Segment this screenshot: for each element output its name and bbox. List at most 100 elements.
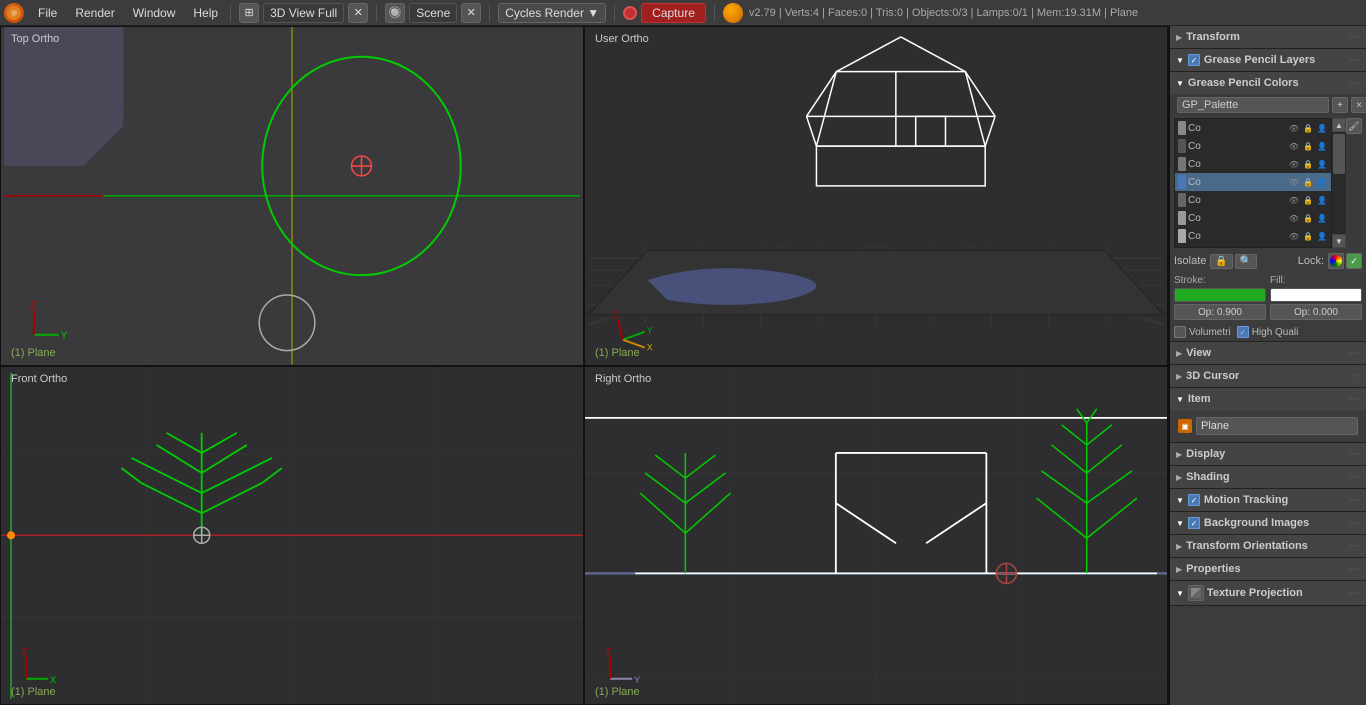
gp-layers-section: ✓ Grease Pencil Layers ··· — [1170, 49, 1366, 72]
transform-orientations-arrow — [1176, 542, 1182, 551]
scene-dropdown[interactable]: Scene — [409, 3, 457, 23]
menu-help[interactable]: Help — [185, 4, 226, 22]
menu-render[interactable]: Render — [67, 4, 122, 22]
isolate-btn-2[interactable]: 🔍 — [1235, 254, 1257, 269]
texture-projection-section: Texture Projection ··· — [1170, 581, 1366, 606]
color-row-3[interactable]: Co 👁 🔒 👤 — [1175, 155, 1331, 173]
palette-remove-btn[interactable]: × — [1351, 97, 1366, 113]
view-title: View — [1186, 347, 1349, 359]
color-row-1[interactable]: Co 👁 🔒 👤 — [1175, 119, 1331, 137]
scene-icon-btn[interactable]: 🔘 — [385, 3, 405, 23]
motion-tracking-arrow — [1176, 496, 1184, 505]
cursor-3d-header[interactable]: 3D Cursor ··· — [1170, 365, 1366, 387]
gpc-palette-toolbar: + × — [1170, 94, 1366, 116]
right-panel: Transform ··· ✓ Grease Pencil Layers ···… — [1170, 26, 1366, 705]
transform-orientations-section: Transform Orientations ··· — [1170, 535, 1366, 558]
display-arrow — [1176, 450, 1182, 459]
gp-layers-header[interactable]: ✓ Grease Pencil Layers ··· — [1170, 49, 1366, 71]
palette-add-btn[interactable]: + — [1332, 97, 1348, 113]
viewport-front-ortho[interactable]: Front Ortho — [0, 366, 584, 705]
menu-file[interactable]: File — [30, 4, 65, 22]
gp-layers-checkbox[interactable]: ✓ — [1188, 54, 1200, 66]
view-header[interactable]: View ··· — [1170, 342, 1366, 364]
scroll-thumb[interactable] — [1333, 134, 1345, 174]
transform-header[interactable]: Transform ··· — [1170, 26, 1366, 48]
engine-dropdown[interactable]: Cycles Render ▼ — [498, 3, 606, 23]
display-header[interactable]: Display ··· — [1170, 443, 1366, 465]
menu-window[interactable]: Window — [125, 4, 184, 22]
capture-button[interactable]: Capture — [641, 3, 706, 23]
scene-close-btn[interactable]: ✕ — [461, 3, 481, 23]
scroll-up-btn[interactable]: ▲ — [1332, 118, 1346, 132]
color-row-5[interactable]: Co 👁 🔒 👤 — [1175, 191, 1331, 209]
shading-header[interactable]: Shading ··· — [1170, 466, 1366, 488]
view-icon-btn-1[interactable]: ⊞ — [239, 3, 259, 23]
top-menubar: File Render Window Help ⊞ 3D View Full ✕… — [0, 0, 1366, 26]
paint-btn[interactable]: 🖌 — [1346, 118, 1362, 134]
fill-section: Fill: Op: 0.000 — [1270, 275, 1362, 320]
properties-arrow — [1176, 565, 1182, 574]
item-header[interactable]: Item ··· — [1170, 388, 1366, 410]
lock-buttons: ✓ — [1328, 253, 1362, 269]
user-icon: 👤 — [1316, 122, 1328, 134]
viewport-user-ortho[interactable]: User Ortho — [584, 26, 1168, 366]
background-images-checkbox[interactable]: ✓ — [1188, 517, 1200, 529]
stroke-fill-row: Stroke: Op: 0.900 Fill: Op: 0.000 — [1170, 272, 1366, 323]
properties-header[interactable]: Properties ··· — [1170, 558, 1366, 580]
display-dots: ··· — [1349, 448, 1360, 460]
view-dropdown[interactable]: 3D View Full — [263, 3, 344, 23]
scroll-down-btn[interactable]: ▼ — [1332, 234, 1346, 248]
isolate-buttons: 🔒 🔍 — [1210, 254, 1257, 269]
quality-row: Volumetri ✓ High Quali — [1170, 323, 1366, 341]
color-row-4[interactable]: Co 👁 🔒 👤 — [1175, 173, 1331, 191]
stroke-color-bar[interactable] — [1174, 288, 1266, 302]
motion-tracking-header[interactable]: ✓ Motion Tracking ··· — [1170, 489, 1366, 511]
viewport-top-ortho[interactable]: Top Ortho — [0, 26, 584, 366]
menu-bar: File Render Window Help — [30, 4, 226, 22]
high-quality-label: High Quali — [1252, 327, 1299, 338]
palette-name-input[interactable] — [1177, 97, 1329, 113]
blender-version-logo — [723, 3, 743, 23]
background-images-header[interactable]: ✓ Background Images ··· — [1170, 512, 1366, 534]
gpc-section: Grease Pencil Colors ··· + × Co — [1170, 72, 1366, 342]
properties-title: Properties — [1186, 563, 1349, 575]
viewport-right-ortho[interactable]: Right Ortho — [584, 366, 1168, 705]
transform-title: Transform — [1186, 31, 1349, 43]
svg-text:Z: Z — [30, 300, 36, 311]
isolate-btn-1[interactable]: 🔒 — [1210, 254, 1232, 269]
fill-color-bar[interactable] — [1270, 288, 1362, 302]
svg-text:Z: Z — [613, 310, 619, 320]
volumetric-checkbox[interactable] — [1174, 326, 1186, 338]
transform-orientations-title: Transform Orientations — [1186, 540, 1349, 552]
view-close-btn[interactable]: ✕ — [348, 3, 368, 23]
display-title: Display — [1186, 448, 1349, 460]
transform-orientations-dots: ··· — [1349, 540, 1360, 552]
texture-projection-header[interactable]: Texture Projection ··· — [1170, 581, 1366, 605]
gpc-dots: ··· — [1349, 77, 1360, 89]
gpc-header[interactable]: Grease Pencil Colors ··· — [1170, 72, 1366, 94]
item-section: Item ··· ▣ — [1170, 388, 1366, 443]
lock-label: Lock: — [1298, 255, 1324, 267]
texture-projection-dots: ··· — [1349, 587, 1360, 599]
isolate-label: Isolate — [1174, 255, 1206, 267]
stroke-opacity[interactable]: Op: 0.900 — [1174, 304, 1266, 320]
lock-icon-btn-2[interactable]: ✓ — [1346, 253, 1362, 269]
motion-tracking-dots: ··· — [1349, 494, 1360, 506]
stroke-label: Stroke: — [1174, 275, 1266, 286]
color-row-7[interactable]: Co 👁 🔒 👤 — [1175, 227, 1331, 245]
fill-opacity[interactable]: Op: 0.000 — [1270, 304, 1362, 320]
motion-tracking-checkbox[interactable]: ✓ — [1188, 494, 1200, 506]
view-arrow — [1176, 349, 1182, 358]
transform-orientations-header[interactable]: Transform Orientations ··· — [1170, 535, 1366, 557]
item-object-icon: ▣ — [1178, 419, 1192, 433]
properties-dots: ··· — [1349, 563, 1360, 575]
lock-icon-btn-1[interactable] — [1328, 253, 1344, 269]
color-row-6[interactable]: Co 👁 🔒 👤 — [1175, 209, 1331, 227]
transform-arrow — [1176, 33, 1182, 42]
shading-section: Shading ··· — [1170, 466, 1366, 489]
item-name-input[interactable] — [1196, 417, 1358, 435]
svg-text:Y: Y — [634, 674, 640, 684]
high-quality-checkbox[interactable]: ✓ — [1237, 326, 1249, 338]
view-section: View ··· — [1170, 342, 1366, 365]
color-row-2[interactable]: Co 👁 🔒 👤 — [1175, 137, 1331, 155]
